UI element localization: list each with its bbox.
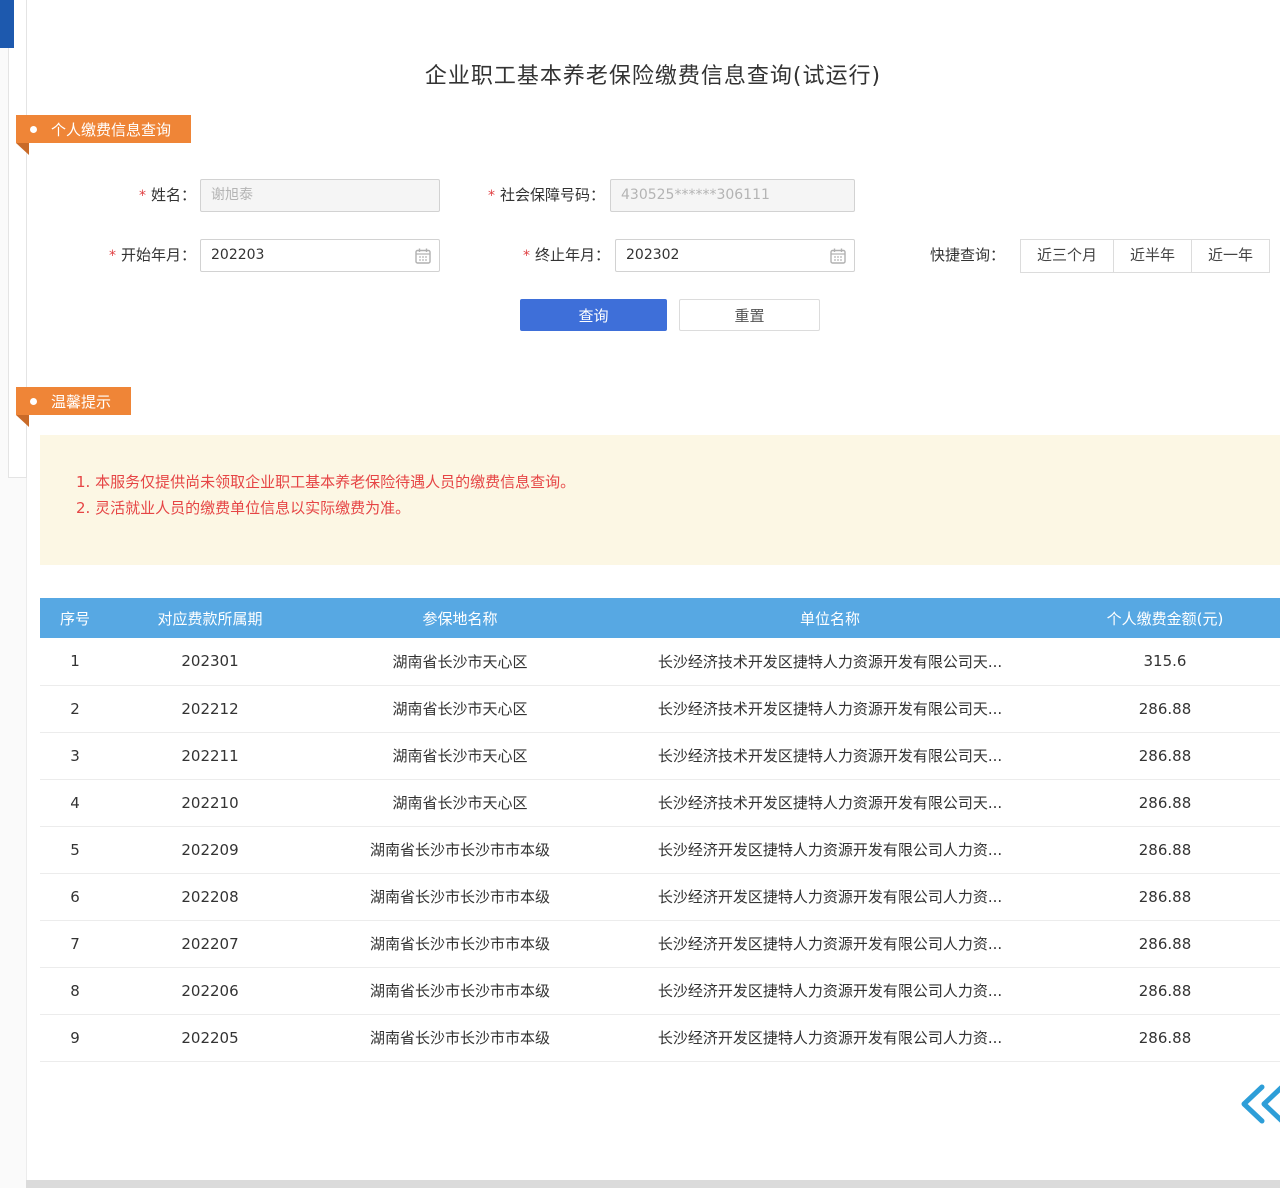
- table-cell: 5: [40, 826, 110, 873]
- table-cell: 湖南省长沙市天心区: [310, 732, 610, 779]
- table-cell: 长沙经济开发区捷特人力资源开发有限公司人力资...: [610, 967, 1050, 1014]
- table-cell: 286.88: [1050, 826, 1280, 873]
- table-cell: 202301: [110, 638, 310, 685]
- table-cell: 长沙经济开发区捷特人力资源开发有限公司人力资...: [610, 920, 1050, 967]
- table-cell: 8: [40, 967, 110, 1014]
- table-body: 1202301湖南省长沙市天心区长沙经济技术开发区捷特人力资源开发有限公司天..…: [40, 638, 1280, 1061]
- left-rail-blue-block: [0, 0, 14, 48]
- table-row: 3202211湖南省长沙市天心区长沙经济技术开发区捷特人力资源开发有限公司天..…: [40, 732, 1280, 779]
- table-cell: 202207: [110, 920, 310, 967]
- calendar-icon[interactable]: [830, 248, 846, 264]
- table-cell: 湖南省长沙市长沙市市本级: [310, 873, 610, 920]
- column-header-period: 对应费款所属期: [110, 598, 310, 638]
- table-row: 7202207湖南省长沙市长沙市市本级长沙经济开发区捷特人力资源开发有限公司人力…: [40, 920, 1280, 967]
- results-table: 序号 对应费款所属期 参保地名称 单位名称 个人缴费金额(元) 1202301湖…: [40, 598, 1280, 1062]
- bottom-scrollbar-track[interactable]: [26, 1180, 1280, 1188]
- table-row: 1202301湖南省长沙市天心区长沙经济技术开发区捷特人力资源开发有限公司天..…: [40, 638, 1280, 685]
- section-badge-tips: 温馨提示: [16, 387, 131, 415]
- table-cell: 长沙经济技术开发区捷特人力资源开发有限公司天...: [610, 732, 1050, 779]
- name-field[interactable]: 谢旭泰: [200, 179, 440, 212]
- table-cell: 9: [40, 1014, 110, 1061]
- table-cell: 315.6: [1050, 638, 1280, 685]
- section-badge-label: 温馨提示: [51, 391, 111, 412]
- table-cell: 长沙经济开发区捷特人力资源开发有限公司人力资...: [610, 873, 1050, 920]
- table-cell: 6: [40, 873, 110, 920]
- table-cell: 286.88: [1050, 920, 1280, 967]
- table-cell: 湖南省长沙市长沙市市本级: [310, 967, 610, 1014]
- table-row: 9202205湖南省长沙市长沙市市本级长沙经济开发区捷特人力资源开发有限公司人力…: [40, 1014, 1280, 1061]
- bullet-icon: [30, 126, 37, 133]
- table-cell: 湖南省长沙市长沙市市本级: [310, 1014, 610, 1061]
- start-month-label: *开始年月：: [80, 239, 196, 272]
- table-cell: 7: [40, 920, 110, 967]
- table-cell: 湖南省长沙市长沙市市本级: [310, 920, 610, 967]
- table-row: 2202212湖南省长沙市天心区长沙经济技术开发区捷特人力资源开发有限公司天..…: [40, 685, 1280, 732]
- table-cell: 202212: [110, 685, 310, 732]
- table-row: 4202210湖南省长沙市天心区长沙经济技术开发区捷特人力资源开发有限公司天..…: [40, 779, 1280, 826]
- page-title: 企业职工基本养老保险缴费信息查询(试运行): [26, 58, 1280, 90]
- table-cell: 长沙经济开发区捷特人力资源开发有限公司人力资...: [610, 1014, 1050, 1061]
- table-row: 5202209湖南省长沙市长沙市市本级长沙经济开发区捷特人力资源开发有限公司人力…: [40, 826, 1280, 873]
- reset-button[interactable]: 重置: [679, 299, 820, 331]
- table-row: 8202206湖南省长沙市长沙市市本级长沙经济开发区捷特人力资源开发有限公司人力…: [40, 967, 1280, 1014]
- name-label: *姓名：: [90, 179, 196, 212]
- required-asterisk: *: [523, 248, 530, 264]
- section-badge-personal-query: 个人缴费信息查询: [16, 115, 191, 143]
- required-asterisk: *: [109, 248, 116, 264]
- notice-line: 2. 灵活就业人员的缴费单位信息以实际缴费为准。: [76, 495, 1280, 521]
- chevron-double-left-icon[interactable]: [1240, 1083, 1280, 1125]
- ssn-label: *社会保障号码：: [440, 179, 605, 212]
- results-table-container: 序号 对应费款所属期 参保地名称 单位名称 个人缴费金额(元) 1202301湖…: [40, 598, 1280, 1062]
- table-cell: 湖南省长沙市天心区: [310, 779, 610, 826]
- table-cell: 2: [40, 685, 110, 732]
- table-cell: 202206: [110, 967, 310, 1014]
- table-cell: 湖南省长沙市长沙市市本级: [310, 826, 610, 873]
- calendar-icon[interactable]: [415, 248, 431, 264]
- ssn-field[interactable]: 430525******306111: [610, 179, 855, 212]
- query-button[interactable]: 查询: [520, 299, 667, 331]
- table-cell: 长沙经济技术开发区捷特人力资源开发有限公司天...: [610, 685, 1050, 732]
- table-cell: 286.88: [1050, 685, 1280, 732]
- table-cell: 4: [40, 779, 110, 826]
- table-cell: 湖南省长沙市天心区: [310, 685, 610, 732]
- quick-btn-last-half-year[interactable]: 近半年: [1113, 239, 1192, 273]
- column-header-seq: 序号: [40, 598, 110, 638]
- table-cell: 202211: [110, 732, 310, 779]
- table-cell: 长沙经济开发区捷特人力资源开发有限公司人力资...: [610, 826, 1050, 873]
- quick-query-label: 快捷查询：: [930, 239, 1015, 272]
- required-asterisk: *: [139, 188, 146, 204]
- notice-box: 1. 本服务仅提供尚未领取企业职工基本养老保险待遇人员的缴费信息查询。 2. 灵…: [40, 435, 1280, 565]
- table-cell: 202209: [110, 826, 310, 873]
- table-cell: 202210: [110, 779, 310, 826]
- quick-query-group: 近三个月 近半年 近一年: [1020, 239, 1270, 273]
- column-header-amount: 个人缴费金额(元): [1050, 598, 1280, 638]
- table-cell: 286.88: [1050, 779, 1280, 826]
- column-header-employer: 单位名称: [610, 598, 1050, 638]
- start-month-field[interactable]: 202203: [200, 239, 440, 272]
- table-cell: 202205: [110, 1014, 310, 1061]
- table-cell: 286.88: [1050, 1014, 1280, 1061]
- table-header-row: 序号 对应费款所属期 参保地名称 单位名称 个人缴费金额(元): [40, 598, 1280, 638]
- table-cell: 长沙经济技术开发区捷特人力资源开发有限公司天...: [610, 779, 1050, 826]
- table-cell: 1: [40, 638, 110, 685]
- column-header-insured-place: 参保地名称: [310, 598, 610, 638]
- bullet-icon: [30, 398, 37, 405]
- table-cell: 286.88: [1050, 732, 1280, 779]
- required-asterisk: *: [488, 188, 495, 204]
- table-cell: 湖南省长沙市天心区: [310, 638, 610, 685]
- end-month-label: *终止年月：: [470, 239, 610, 272]
- table-cell: 202208: [110, 873, 310, 920]
- table-cell: 长沙经济技术开发区捷特人力资源开发有限公司天...: [610, 638, 1050, 685]
- end-month-field[interactable]: 202302: [615, 239, 855, 272]
- table-cell: 3: [40, 732, 110, 779]
- table-cell: 286.88: [1050, 967, 1280, 1014]
- table-cell: 286.88: [1050, 873, 1280, 920]
- quick-btn-last-3-months[interactable]: 近三个月: [1020, 239, 1114, 273]
- notice-line: 1. 本服务仅提供尚未领取企业职工基本养老保险待遇人员的缴费信息查询。: [76, 469, 1280, 495]
- section-badge-label: 个人缴费信息查询: [51, 119, 171, 140]
- table-row: 6202208湖南省长沙市长沙市市本级长沙经济开发区捷特人力资源开发有限公司人力…: [40, 873, 1280, 920]
- quick-btn-last-year[interactable]: 近一年: [1191, 239, 1270, 273]
